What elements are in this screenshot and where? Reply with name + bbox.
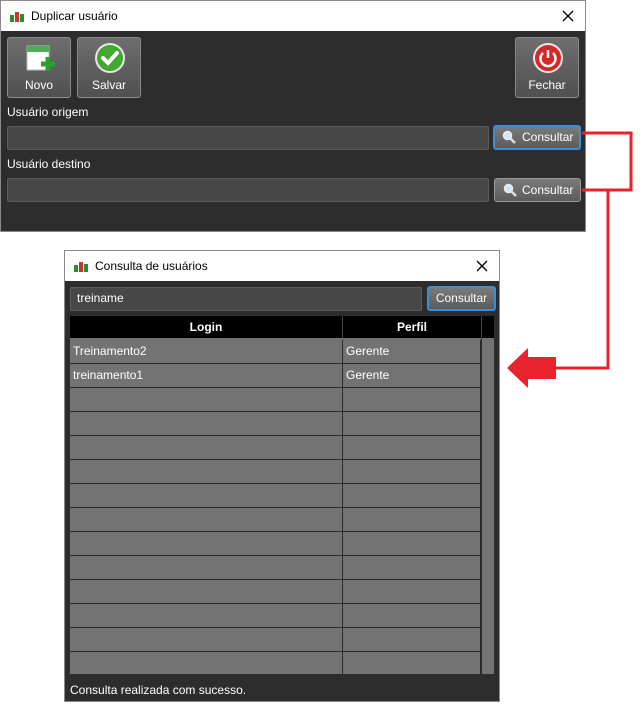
column-header-perfil[interactable]: Perfil bbox=[343, 316, 482, 338]
column-header-spacer bbox=[482, 316, 494, 338]
table-cell-perfil[interactable]: Gerente bbox=[343, 364, 481, 388]
search-input[interactable]: treiname bbox=[70, 287, 422, 311]
app-logo-icon bbox=[74, 262, 88, 272]
table-cell-login[interactable]: treinamento1 bbox=[70, 364, 343, 388]
close-icon[interactable] bbox=[473, 257, 491, 275]
search-button[interactable]: Consultar bbox=[427, 286, 496, 311]
empty-rows bbox=[70, 388, 481, 674]
search-button-label: Consultar bbox=[435, 291, 488, 305]
column-header-login[interactable]: Login bbox=[70, 316, 343, 338]
status-text: Consulta realizada com sucesso. bbox=[70, 683, 247, 697]
search-window-title: Consulta de usuários bbox=[95, 259, 208, 273]
table-cell-perfil[interactable]: Gerente bbox=[343, 340, 481, 364]
table-scrollbar[interactable] bbox=[481, 338, 494, 674]
table-cell-login[interactable]: Treinamento2 bbox=[70, 340, 343, 364]
search-window-titlebar: Consulta de usuários bbox=[65, 251, 499, 281]
user-search-window: Consulta de usuários treiname Consultar … bbox=[64, 250, 500, 702]
users-table: Login Perfil Treinamento2 Gerente treina… bbox=[70, 316, 494, 674]
